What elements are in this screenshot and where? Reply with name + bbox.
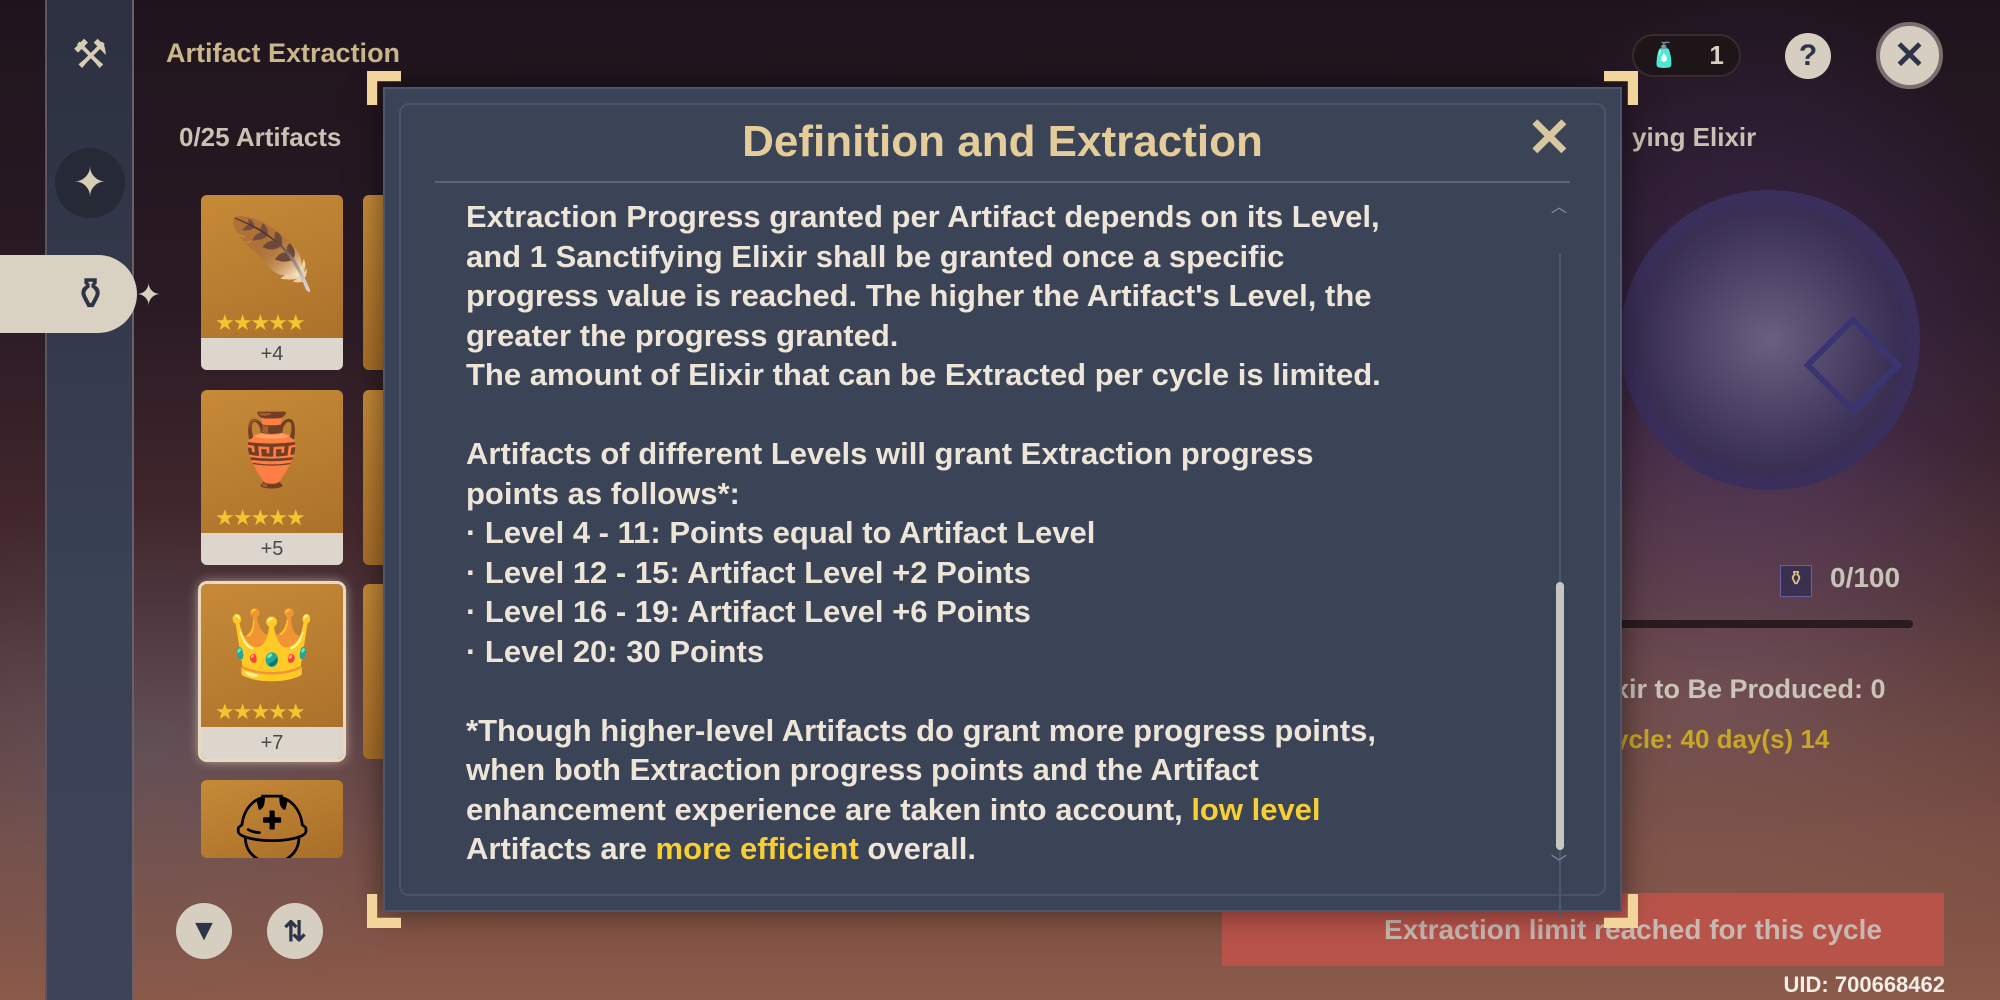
currency-count: 1 bbox=[1709, 40, 1724, 70]
artifact-card-selected[interactable]: 👑 ★★★★★ +7 bbox=[201, 584, 343, 759]
page-title: Artifact Extraction bbox=[166, 38, 401, 68]
artifact-level: +5 bbox=[201, 533, 343, 565]
sparkle-icon: ✦ bbox=[136, 279, 162, 312]
body-line: points as follows*: bbox=[466, 475, 740, 511]
elixir-icon: 🧴 bbox=[1649, 42, 1680, 69]
scroll-down-icon[interactable]: ﹀ bbox=[1551, 849, 1567, 873]
corner-ornament bbox=[1604, 71, 1638, 105]
body-line: progress value is reached. The higher th… bbox=[466, 278, 1372, 313]
note-line: Artifacts are more efficient overall. bbox=[466, 829, 1546, 869]
body-line: greater the progress granted. bbox=[466, 317, 899, 353]
body-line: Extraction Progress granted per Artifact… bbox=[466, 199, 1380, 234]
artifact-card[interactable]: ⛑ bbox=[201, 780, 343, 858]
artifact-image: 🏺 bbox=[228, 411, 316, 489]
note-line: enhancement experience are taken into ac… bbox=[466, 790, 1546, 830]
cycle-timer-line: ycle: 40 day(s) 14 bbox=[1614, 724, 1830, 754]
to-be-produced: xir to Be Produced: 0 bbox=[1614, 674, 1886, 704]
scrollbar-thumb[interactable] bbox=[1556, 582, 1564, 850]
progress-value: 0/100 bbox=[1830, 562, 1901, 593]
cycle-timer: ycle: 40 day(s) 14 ) bbox=[1614, 724, 1829, 784]
currency-pill: 🧴 1 bbox=[1632, 34, 1741, 77]
modal-body: Extraction Progress granted per Artifact… bbox=[466, 197, 1546, 869]
close-button[interactable]: ✕ bbox=[1876, 22, 1943, 89]
note-text: enhancement experience are taken into ac… bbox=[466, 791, 1192, 827]
artifact-level: +7 bbox=[201, 727, 343, 759]
body-line: The amount of Elixir that can be Extract… bbox=[466, 357, 1381, 392]
highlight-text: more efficient bbox=[655, 831, 859, 866]
vase-icon[interactable]: ⚱ bbox=[0, 255, 137, 333]
note-line: when both Extraction progress points and… bbox=[466, 752, 1259, 787]
artifact-card[interactable]: 🪶 ★★★★★ +4 bbox=[201, 195, 343, 370]
level-rule: · Level 4 - 11: Points equal to Artifact… bbox=[466, 515, 1096, 550]
level-rule: · Level 12 - 15: Artifact Level +2 Point… bbox=[466, 554, 1031, 590]
flower-orb-icon[interactable]: ✦ bbox=[55, 148, 125, 218]
highlight-text: low level bbox=[1191, 791, 1321, 827]
divider bbox=[435, 181, 1570, 183]
modal-title: Definition and Extraction bbox=[742, 117, 1263, 166]
note-line: *Though higher-level Artifacts do grant … bbox=[466, 712, 1377, 748]
uid: UID: 700668462 bbox=[1783, 972, 1945, 997]
note-text: overall. bbox=[858, 831, 976, 866]
artifact-image: ⛑ bbox=[227, 791, 317, 858]
artifact-level: +4 bbox=[201, 338, 343, 370]
cycle-timer-line: ) bbox=[1614, 754, 1829, 784]
modal-close-button[interactable]: ✕ bbox=[1527, 111, 1572, 165]
scroll-up-icon[interactable]: ︿ bbox=[1551, 193, 1567, 217]
definition-modal: Definition and Extraction ✕ Extraction P… bbox=[367, 71, 1622, 912]
artifact-count: 0/25 Artifacts bbox=[179, 122, 342, 152]
rarity-stars: ★★★★★ bbox=[215, 699, 306, 724]
sort-icon[interactable]: ⇅ bbox=[267, 903, 323, 959]
rarity-stars: ★★★★★ bbox=[215, 310, 306, 335]
artifact-card[interactable]: 🏺 ★★★★★ +5 bbox=[201, 390, 343, 565]
level-rule: · Level 16 - 19: Artifact Level +6 Point… bbox=[466, 594, 1031, 629]
progress-bar bbox=[1600, 620, 1913, 628]
anvil-icon[interactable]: ⚒ bbox=[55, 20, 125, 90]
corner-ornament bbox=[367, 71, 401, 105]
elixir-icon: ⚱ bbox=[1780, 565, 1812, 597]
corner-ornament bbox=[1604, 894, 1638, 928]
artifact-image: 🪶 bbox=[228, 216, 316, 294]
artifact-image: 👑 bbox=[228, 605, 316, 683]
level-rule: · Level 20: 30 Points bbox=[466, 633, 765, 669]
body-line: and 1 Sanctifying Elixir shall be grante… bbox=[466, 238, 1285, 274]
note-text: Artifacts are bbox=[466, 831, 656, 866]
rarity-stars: ★★★★★ bbox=[215, 505, 306, 530]
corner-ornament bbox=[367, 894, 401, 928]
elixir-label: ying Elixir bbox=[1632, 122, 1757, 152]
body-line: Artifacts of different Levels will grant… bbox=[466, 436, 1314, 471]
filter-icon[interactable]: ▼ bbox=[176, 903, 232, 959]
help-button[interactable]: ? bbox=[1785, 33, 1831, 79]
